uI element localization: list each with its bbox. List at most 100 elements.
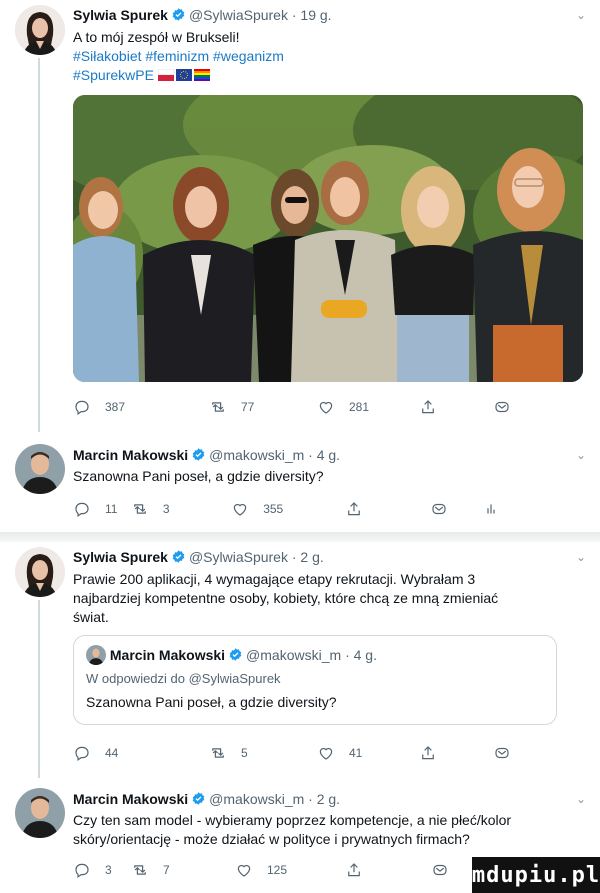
heart-icon: [317, 398, 335, 416]
analytics-button[interactable]: [482, 500, 500, 518]
retweet-button[interactable]: 5: [195, 744, 305, 762]
reply-button[interactable]: 387: [73, 398, 195, 416]
dm-button[interactable]: [493, 744, 511, 762]
share-icon: [345, 500, 363, 518]
share-icon: [419, 398, 437, 416]
retweet-count: 77: [241, 400, 255, 414]
reply-button[interactable]: 44: [73, 744, 195, 762]
reply-icon: [73, 744, 91, 762]
chevron-down-icon[interactable]: ⌄: [576, 448, 586, 462]
tweet-1[interactable]: Sylwia Spurek @SylwiaSpurek · 19 g. ⌄ A t…: [0, 0, 600, 432]
tweet-line: najbardziej kompetentne osoby, kobiety, …: [73, 590, 499, 606]
timestamp[interactable]: · 2 g.: [308, 791, 340, 807]
reply-icon: [73, 861, 91, 879]
watermark-text: mdupiu.pl: [471, 862, 600, 888]
timestamp[interactable]: · 4 g.: [308, 447, 340, 463]
quote-reply-to: W odpowiedzi do @SylwiaSpurek: [86, 671, 281, 686]
author-name[interactable]: Marcin Makowski: [73, 447, 188, 463]
author-handle[interactable]: @SylwiaSpurek: [189, 7, 288, 23]
tweet-line: A to mój zespół w Brukseli!: [73, 29, 240, 45]
retweet-button[interactable]: 3: [131, 500, 231, 518]
avatar[interactable]: [15, 547, 65, 597]
retweet-icon: [131, 861, 149, 879]
quote-header: Marcin Makowski @makowski_m · 4 g.: [86, 645, 377, 665]
like-button[interactable]: 41: [305, 744, 419, 762]
tweet-text: Prawie 200 aplikacji, 4 wymagające etapy…: [73, 570, 570, 627]
share-button[interactable]: [419, 398, 493, 416]
retweet-button[interactable]: 77: [195, 398, 305, 416]
tweet-header: Sylwia Spurek @SylwiaSpurek · 2 g.: [73, 549, 324, 565]
author-handle[interactable]: @makowski_m: [209, 447, 304, 463]
tweet-actions: 3 7 125: [73, 861, 460, 879]
like-button[interactable]: 355: [231, 500, 345, 518]
retweet-icon: [209, 744, 227, 762]
quote-author-name: Marcin Makowski: [109, 647, 226, 663]
dm-button[interactable]: [430, 500, 482, 518]
dm-button[interactable]: [431, 861, 449, 879]
retweet-icon: [131, 500, 149, 518]
share-icon: [419, 744, 437, 762]
reply-button[interactable]: 3: [73, 861, 131, 879]
flag-emojis: [157, 68, 210, 81]
author-handle[interactable]: @makowski_m: [209, 791, 304, 807]
heart-icon: [231, 500, 249, 518]
verified-badge-icon: [191, 447, 206, 462]
section-separator: [0, 532, 600, 542]
like-button[interactable]: 125: [235, 861, 345, 879]
tweet-header: Marcin Makowski @makowski_m · 4 g.: [73, 447, 340, 463]
analytics-icon: [482, 500, 500, 518]
author-name[interactable]: Sylwia Spurek: [73, 549, 168, 565]
avatar[interactable]: [15, 5, 65, 55]
tweet-text: A to mój zespół w Brukseli! #Siłakobiet …: [73, 28, 570, 85]
tweet-line: świat.: [73, 609, 109, 625]
share-button[interactable]: [345, 500, 430, 518]
author-name[interactable]: Marcin Makowski: [73, 791, 188, 807]
tweet-line: Czy ten sam model - wybieramy poprzez ko…: [73, 812, 512, 828]
dm-button[interactable]: [493, 398, 511, 416]
author-handle[interactable]: @SylwiaSpurek: [189, 549, 288, 565]
envelope-icon: [493, 398, 511, 416]
quoted-tweet[interactable]: Marcin Makowski @makowski_m · 4 g. W odpo…: [73, 635, 557, 725]
avatar-woman-icon: [15, 5, 65, 55]
chevron-down-icon[interactable]: ⌄: [576, 550, 586, 564]
timestamp[interactable]: · 19 g.: [292, 7, 332, 23]
envelope-icon: [430, 500, 448, 518]
reply-count: 3: [105, 863, 112, 877]
like-count: 125: [267, 863, 288, 877]
avatar[interactable]: [15, 444, 65, 494]
avatar[interactable]: [15, 788, 65, 838]
tweet-actions: 11 3 355: [73, 500, 500, 518]
quote-avatar-icon: [86, 645, 106, 665]
hashtag-spurekwpe[interactable]: #SpurekwPE: [73, 67, 154, 83]
tweet-2[interactable]: Marcin Makowski @makowski_m · 4 g. ⌄ Szan…: [0, 432, 600, 530]
like-count: 355: [263, 502, 284, 516]
chevron-down-icon[interactable]: ⌄: [576, 792, 586, 806]
share-button[interactable]: [419, 744, 493, 762]
like-count: 281: [349, 400, 370, 414]
retweet-button[interactable]: 7: [131, 861, 235, 879]
eu-flag-icon: [175, 69, 192, 81]
share-button[interactable]: [345, 861, 431, 879]
team-photo-image: [73, 95, 583, 382]
verified-badge-icon: [171, 7, 186, 22]
avatar-man-icon: [15, 788, 65, 838]
author-name[interactable]: Sylwia Spurek: [73, 7, 168, 23]
retweet-count: 7: [163, 863, 170, 877]
quote-author-handle: @makowski_m: [246, 647, 342, 663]
envelope-icon: [493, 744, 511, 762]
tweet-3[interactable]: Sylwia Spurek @SylwiaSpurek · 2 g. ⌄ Praw…: [0, 542, 600, 778]
like-button[interactable]: 281: [305, 398, 419, 416]
quote-timestamp: · 4 g.: [345, 647, 377, 663]
watermark-logo: mdupiu.pl: [472, 857, 600, 893]
team-photo[interactable]: [73, 95, 583, 382]
reply-button[interactable]: 11: [73, 500, 131, 518]
tweet-text: Czy ten sam model - wybieramy poprzez ko…: [73, 811, 570, 849]
timestamp[interactable]: · 2 g.: [292, 549, 324, 565]
chevron-down-icon[interactable]: ⌄: [576, 8, 586, 22]
tweet-line: Prawie 200 aplikacji, 4 wymagające etapy…: [73, 571, 476, 587]
tweet-header: Marcin Makowski @makowski_m · 2 g.: [73, 791, 340, 807]
avatar-woman-icon: [15, 547, 65, 597]
hashtags[interactable]: #Siłakobiet #feminizm #weganizm: [73, 47, 570, 66]
tweet-actions: 44 5 41: [73, 744, 540, 762]
envelope-icon: [431, 861, 449, 879]
